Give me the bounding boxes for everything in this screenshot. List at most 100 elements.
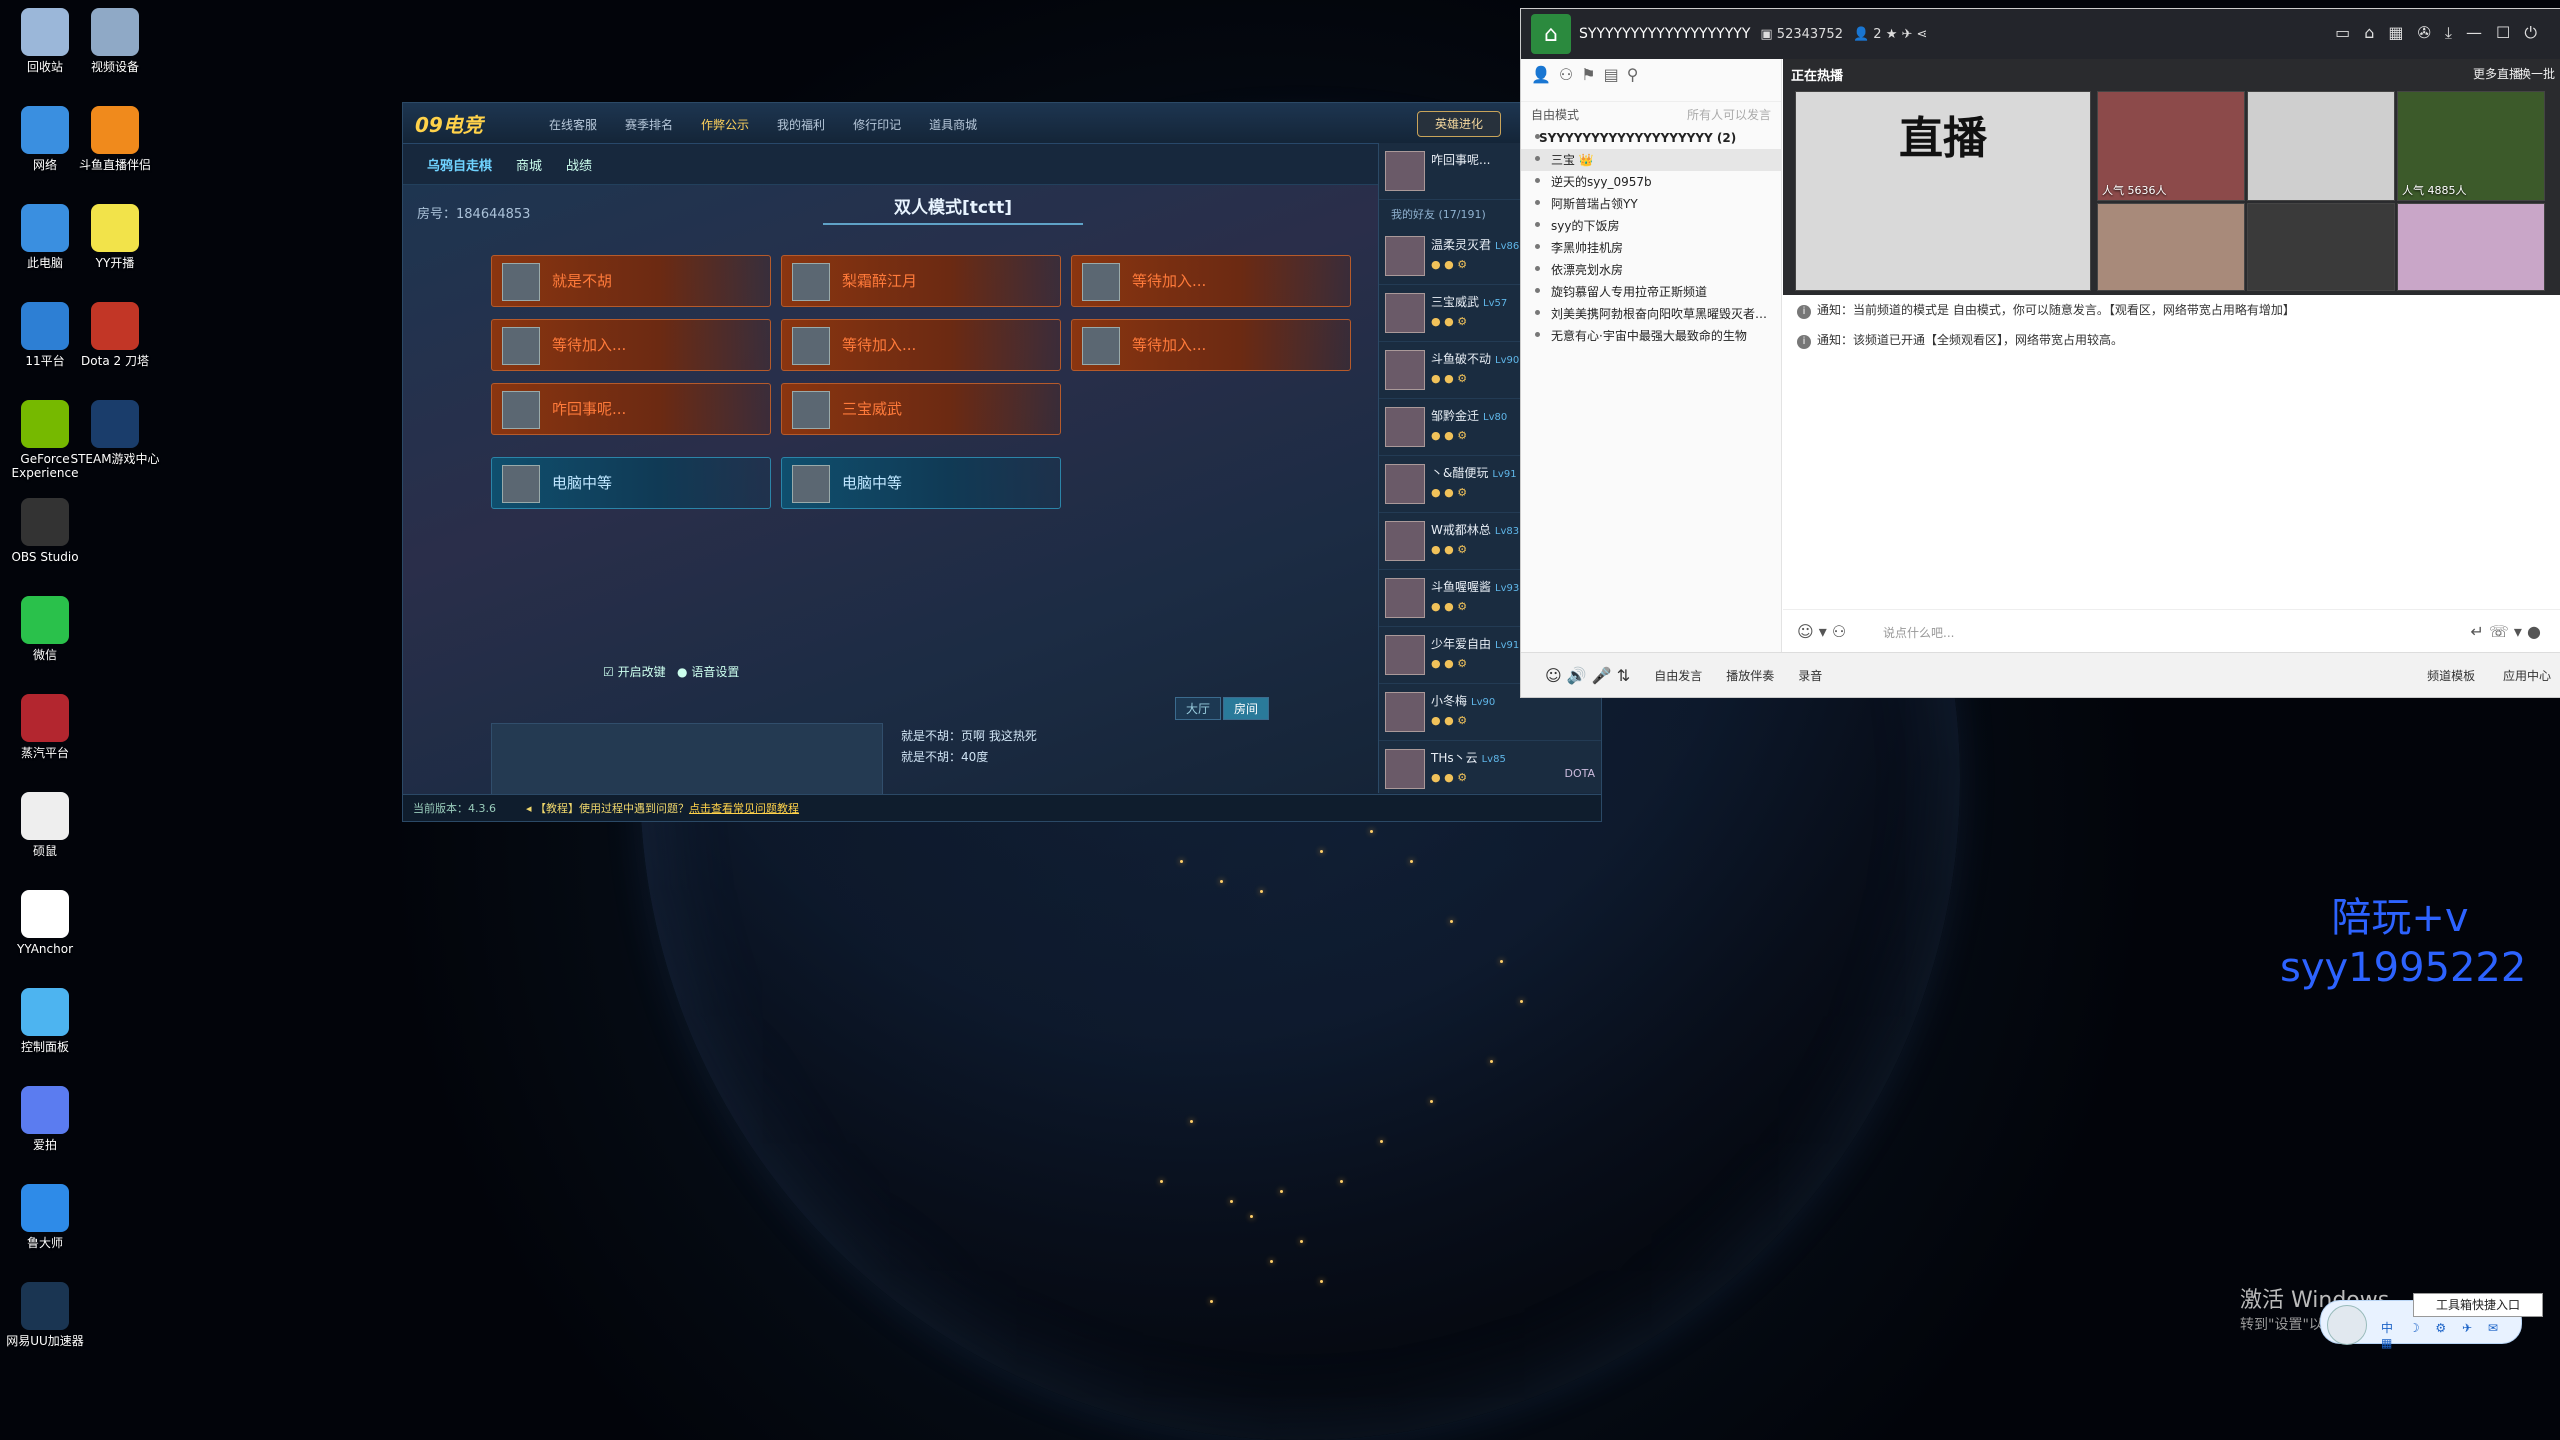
player-slot[interactable]: 等待加入... [1071,319,1351,371]
game-nav-item[interactable]: 我的福利 [763,116,839,133]
tab-record[interactable]: 战绩 [542,155,592,174]
yy-chat-input[interactable]: ☺ ▾ ⚇ 说点什么吧... ↵ ☏ ▾ ● [1783,609,2560,654]
player-slot[interactable]: 等待加入... [781,319,1061,371]
toolbox-tooltip: 工具箱快捷入口 [2413,1293,2543,1317]
hot-cover-text: 直播 [1899,113,1987,164]
desktop-icon[interactable]: 微信 [0,596,90,662]
player-slot[interactable]: 就是不胡 [491,255,771,307]
hot-thumb[interactable] [2247,91,2395,201]
game-nav-item[interactable]: 道具商城 [915,116,991,133]
more-live-link[interactable]: 更多直播 [2473,65,2521,82]
desktop-icon[interactable]: 视频设备 [70,8,160,74]
channel-item[interactable]: 刘美美携阿勃根奋向阳吹草黑曜毁灭者… [1521,303,1781,325]
record-button[interactable]: 录音 [1798,667,1822,684]
desktop-icon-label: 控制面板 [20,1040,69,1054]
change-batch-link[interactable]: 换一批 [2519,65,2555,82]
accompany-button[interactable]: 播放伴奏 [1726,667,1774,684]
game-nav-item[interactable]: 赛季排名 [611,116,687,133]
notice-link[interactable]: 点击查看常见问题教程 [689,802,799,815]
city-light [1300,1240,1303,1243]
tree-toolbar[interactable]: 👤⚇⚑▤⚲ [1521,59,1781,102]
tray-strip[interactable]: 中 ☽ ⚙ ✈ ✉ ▦ [2381,1319,2521,1350]
template-button[interactable]: 频道模板 [2427,669,2475,683]
hot-thumb[interactable]: 人气 4885人 [2397,91,2545,201]
channel-id: ▣ 52343752 [1760,26,1843,42]
game-nav-item[interactable]: 修行印记 [839,116,915,133]
desktop-icon[interactable]: 斗鱼直播伴侣 [70,106,160,172]
tray-avatar-icon[interactable] [2327,1305,2367,1345]
game-nav-item[interactable]: 作弊公示 [687,116,763,133]
channel-item[interactable]: SYYYYYYYYYYYYYYYYYYY (2) [1521,127,1781,149]
tab-chess[interactable]: 乌鸦自走棋 [403,155,492,174]
channel-item[interactable]: 逆天的syy_0957b [1521,171,1781,193]
player-slot[interactable]: 咋回事呢... [491,383,771,435]
city-light [1220,880,1223,883]
player-slot[interactable]: 三宝威武 [781,383,1061,435]
network-icon [21,106,69,154]
yy-main: 正在热播 更多直播 换一批 直播 人气 5636人 人气 4885人 i 通知：当… [1783,59,2560,653]
desktop-icon[interactable]: Dota 2 刀塔 [70,302,160,368]
tab-room[interactable]: 房间 [1223,697,1270,720]
game-nav-item[interactable]: 在线客服 [535,116,611,133]
steam-icon [91,400,139,448]
app-center-button[interactable]: 应用中心 [2503,669,2551,683]
desktop-icon[interactable]: 控制面板 [0,988,90,1054]
avatar [1385,521,1425,561]
desktop-icon[interactable]: 鲁大师 [0,1184,90,1250]
channel-item[interactable]: 李黑帅挂机房 [1521,237,1781,259]
tab-shop[interactable]: 商城 [492,155,542,174]
desktop-icon-label: 爱拍 [32,1138,57,1152]
player-slot[interactable]: 电脑中等 [781,457,1061,509]
hot-thumb-main[interactable]: 直播 [1795,91,2091,291]
desktop-icon[interactable]: 蒸汽平台 [0,694,90,760]
mic-icon[interactable]: ☺ 🔊 🎤 ⇅ [1545,666,1630,685]
desktop-icon[interactable]: YY开播 [70,204,160,270]
window-controls[interactable]: ▭⌂▦✇⤓—☐⏻ [2335,23,2551,43]
hotkey-label: 开启改键 [617,665,666,679]
room-options: ☑ 开启改键 ● 语音设置 [603,663,739,680]
desktop-icon[interactable]: 网易UU加速器 [0,1282,90,1348]
dota2-icon [91,302,139,350]
desktop-icon[interactable]: 硕鼠 [0,792,90,858]
mouse-icon [21,792,69,840]
send-icon[interactable]: ↵ ☏ ▾ ● [2470,622,2541,641]
channel-label: 逆天的syy_0957b [1551,175,1652,189]
online-count: 👤 2 ★ ✈ ⋖ [1852,26,1928,42]
avatar [1385,464,1425,504]
home-icon[interactable]: ⌂ [1531,14,1571,54]
hot-thumb[interactable] [2397,203,2545,291]
hot-thumb[interactable]: 人气 5636人 [2097,91,2245,201]
channel-item[interactable]: 无意有心·宇宙中最强大最致命的生物 [1521,325,1781,347]
desktop-icon[interactable]: STEAM游戏中心 [70,400,160,466]
channel-item[interactable]: 阿斯普瑞占领YY [1521,193,1781,215]
player-slot[interactable]: 电脑中等 [491,457,771,509]
city-light [1180,860,1183,863]
mode-select[interactable]: 自由模式 [1531,106,1579,123]
voice-settings[interactable]: ● 语音设置 [677,665,739,679]
channel-item[interactable]: 旋钧慕留人专用拉帝正斯频道 [1521,281,1781,303]
chat-line: 就是不胡：40度 [901,750,989,764]
desktop-icon-label: YY开播 [95,256,135,270]
channel-label: 旋钧慕留人专用拉帝正斯频道 [1551,285,1708,299]
channel-item[interactable]: 依漂亮划水房 [1521,259,1781,281]
avatar [1385,635,1425,675]
player-slot[interactable]: 等待加入... [1071,255,1351,307]
player-slot[interactable]: 梨霜醉江月 [781,255,1061,307]
city-light [1520,1000,1523,1003]
hot-thumb[interactable] [2097,203,2245,291]
tab-lobby[interactable]: 大厅 [1175,697,1222,720]
toolbox-tray[interactable]: 工具箱快捷入口 中 ☽ ⚙ ✈ ✉ ▦ [2320,1293,2543,1350]
emoji-icon[interactable]: ☺ ▾ ⚇ [1797,622,1846,641]
friend-level: Lv90 [1495,355,1520,366]
desktop-icon[interactable]: OBS Studio [0,498,90,564]
channel-item[interactable]: syy的下饭房 [1521,215,1781,237]
bullet-icon [1535,266,1540,271]
hotkey-checkbox[interactable]: ☑ 开启改键 [603,665,666,679]
hot-thumb[interactable] [2247,203,2395,291]
desktop-icon[interactable]: YYAnchor [0,890,90,956]
player-slot[interactable]: 等待加入... [491,319,771,371]
desktop-icon[interactable]: 爱拍 [0,1086,90,1152]
free-speak-button[interactable]: 自由发言 [1654,667,1702,684]
channel-item[interactable]: 三宝 👑 [1521,149,1781,171]
hero-evolve-badge[interactable]: 英雄进化 [1417,111,1501,137]
